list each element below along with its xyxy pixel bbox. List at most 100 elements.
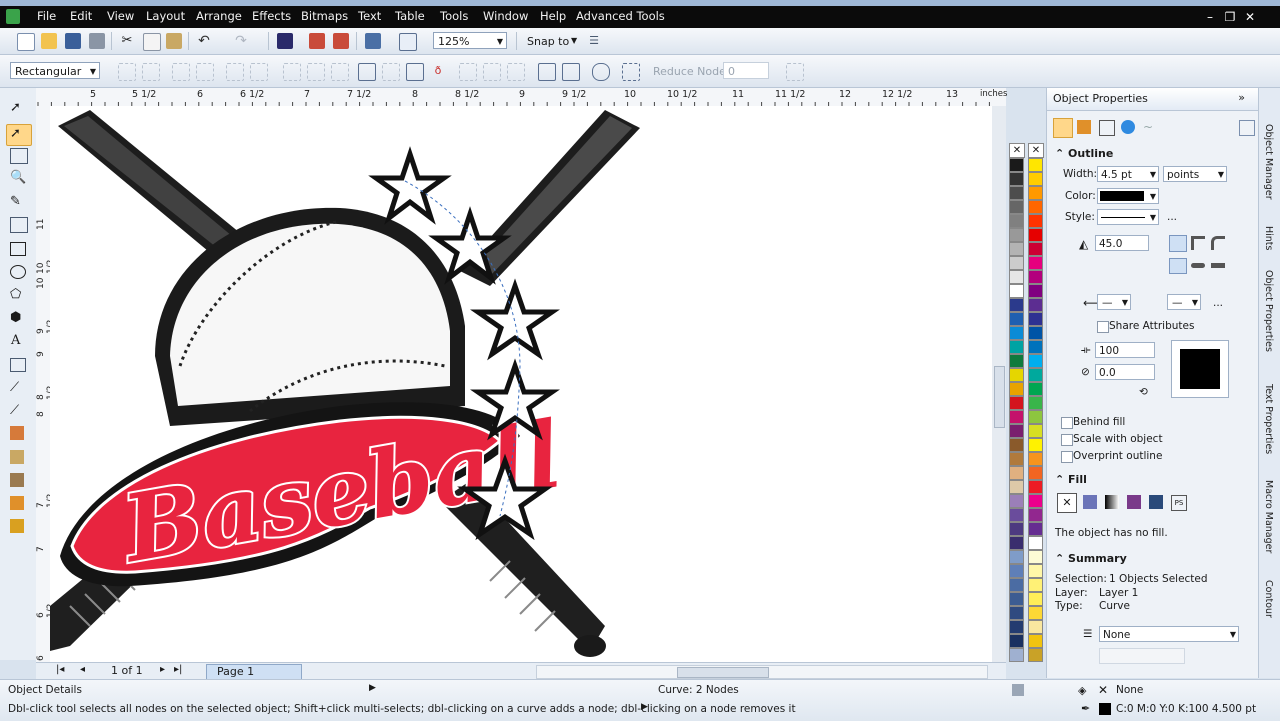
stretch-nodes-icon[interactable] — [459, 63, 477, 81]
extended-cap-icon[interactable] — [1211, 263, 1225, 268]
color-swatch[interactable] — [1009, 326, 1024, 340]
color-swatch[interactable] — [1028, 298, 1043, 312]
outline-style-combo[interactable]: ▼ — [1097, 209, 1159, 225]
color-swatch[interactable] — [1009, 410, 1024, 424]
reflect-vertical-icon[interactable] — [562, 63, 580, 81]
color-swatch[interactable] — [1009, 648, 1024, 662]
color-swatch[interactable] — [1009, 522, 1024, 536]
fill-tab-icon[interactable] — [1077, 120, 1091, 134]
color-swatch[interactable] — [1009, 312, 1024, 326]
color-swatch[interactable] — [1028, 284, 1043, 298]
copy-icon[interactable] — [143, 33, 161, 51]
nib-angle-field[interactable]: 0.0 — [1095, 364, 1155, 380]
undo-icon[interactable]: ↶ — [196, 33, 212, 49]
collapse-icon[interactable]: » — [1238, 91, 1245, 104]
color-swatch[interactable] — [1009, 298, 1024, 312]
color-swatch[interactable] — [1028, 522, 1043, 536]
fill-tool-icon[interactable] — [10, 496, 24, 510]
desktop-area[interactable] — [956, 106, 992, 662]
color-swatch[interactable] — [1009, 466, 1024, 480]
outline-pen-tool-icon[interactable] — [10, 473, 24, 487]
horizontal-scroll-thumb[interactable] — [677, 667, 769, 678]
arrow-options-icon[interactable]: ... — [1213, 297, 1223, 309]
curve-tab-icon[interactable]: ~ — [1143, 120, 1157, 134]
zoom-level-combo[interactable]: 125% ▼ — [433, 32, 507, 49]
wrap-text-combo[interactable]: None ▼ — [1099, 626, 1239, 642]
menu-tools[interactable]: Tools — [440, 9, 468, 23]
color-swatch[interactable] — [1009, 186, 1024, 200]
color-swatch[interactable] — [1028, 536, 1043, 550]
color-swatch[interactable] — [1028, 368, 1043, 382]
to-line-icon[interactable] — [226, 63, 244, 81]
more-options-icon[interactable]: ... — [1167, 211, 1177, 223]
application-launcher-icon[interactable] — [365, 33, 381, 49]
color-swatch[interactable] — [1009, 172, 1024, 186]
scale-with-object-checkbox[interactable] — [1061, 434, 1073, 446]
outline-units-combo[interactable]: points ▼ — [1163, 166, 1227, 182]
menu-view[interactable]: View — [107, 9, 134, 23]
menu-edit[interactable]: Edit — [70, 9, 92, 23]
outline-section-header[interactable]: ⌃ Outline — [1055, 147, 1113, 160]
eyedropper-tool-icon[interactable] — [10, 450, 24, 464]
wrap-offset-field[interactable] — [1099, 648, 1185, 664]
extract-subpath-icon[interactable] — [406, 63, 424, 81]
smart-drawing-tool-icon[interactable] — [10, 519, 24, 533]
color-swatch[interactable] — [1028, 466, 1043, 480]
postscript-fill-icon[interactable]: PS — [1171, 495, 1187, 511]
last-page-icon[interactable]: ▸| — [174, 664, 182, 675]
docker-tab-contour[interactable]: Contour — [1263, 580, 1274, 618]
curve-smoothness-field[interactable]: 0 — [723, 62, 769, 79]
shape-tool-icon[interactable]: ➚ — [10, 126, 26, 142]
close-icon[interactable]: ✕ — [1240, 6, 1260, 28]
color-swatch[interactable] — [1028, 172, 1043, 186]
text-tool-icon[interactable]: A — [11, 333, 27, 349]
color-swatch[interactable] — [1028, 494, 1043, 508]
align-nodes-icon[interactable] — [507, 63, 525, 81]
round-cap-icon[interactable] — [1191, 263, 1205, 268]
menu-advanced-tools[interactable]: Advanced Tools — [576, 9, 665, 23]
reflect-horizontal-icon[interactable] — [538, 63, 556, 81]
docker-tab-text-properties[interactable]: Text Properties — [1263, 384, 1274, 454]
end-arrowhead-combo[interactable]: — ▼ — [1167, 294, 1201, 310]
menu-arrange[interactable]: Arrange — [196, 9, 242, 23]
color-swatch[interactable] — [1028, 214, 1043, 228]
color-swatch[interactable] — [1009, 452, 1024, 466]
restore-icon[interactable]: ❐ — [1220, 6, 1240, 28]
start-arrowhead-combo[interactable]: — ▼ — [1097, 294, 1131, 310]
color-swatch[interactable] — [1028, 396, 1043, 410]
color-swatch[interactable] — [1028, 158, 1043, 172]
reduce-nodes-button[interactable]: Reduce Nodes — [653, 65, 732, 78]
color-swatch[interactable] — [1028, 424, 1043, 438]
color-swatch[interactable] — [1009, 340, 1024, 354]
color-swatch[interactable] — [1009, 592, 1024, 606]
menu-table[interactable]: Table — [395, 9, 425, 23]
round-join-icon[interactable] — [1191, 236, 1205, 250]
select-all-nodes-icon[interactable] — [622, 63, 640, 81]
pattern-fill-icon[interactable] — [1127, 495, 1141, 509]
color-swatch[interactable] — [1028, 270, 1043, 284]
extend-curve-icon[interactable] — [382, 63, 400, 81]
vertical-scrollbar[interactable] — [992, 106, 1006, 662]
baseball-logo-artwork[interactable]: Baseball — [50, 106, 956, 662]
miter-limit-field[interactable]: 45.0 — [1095, 235, 1149, 251]
color-swatch[interactable] — [1009, 242, 1024, 256]
select-all-icon[interactable] — [786, 63, 804, 81]
menu-effects[interactable]: Effects — [252, 9, 291, 23]
color-swatch[interactable] — [1028, 606, 1043, 620]
vertical-ruler[interactable]: 11 10 1/2 10 9 1/2 9 8 1/2 8 7 1/2 7 6 1… — [36, 106, 56, 662]
color-swatch[interactable] — [1028, 634, 1043, 648]
color-swatch[interactable] — [1009, 228, 1024, 242]
color-swatch[interactable] — [1028, 340, 1043, 354]
color-swatch[interactable] — [1028, 480, 1043, 494]
previous-page-icon[interactable]: ◂ — [80, 664, 85, 675]
fill-section-header[interactable]: ⌃ Fill — [1055, 473, 1087, 486]
welcome-screen-icon[interactable] — [399, 33, 417, 51]
docker-options-icon[interactable] — [1239, 120, 1255, 136]
color-swatch[interactable] — [1028, 186, 1043, 200]
color-swatch[interactable] — [1028, 242, 1043, 256]
smooth-node-icon[interactable] — [307, 63, 325, 81]
color-swatch[interactable] — [1028, 312, 1043, 326]
minimize-icon[interactable]: – — [1200, 6, 1220, 28]
crop-tool-icon[interactable] — [10, 148, 28, 164]
color-swatch[interactable] — [1009, 200, 1024, 214]
